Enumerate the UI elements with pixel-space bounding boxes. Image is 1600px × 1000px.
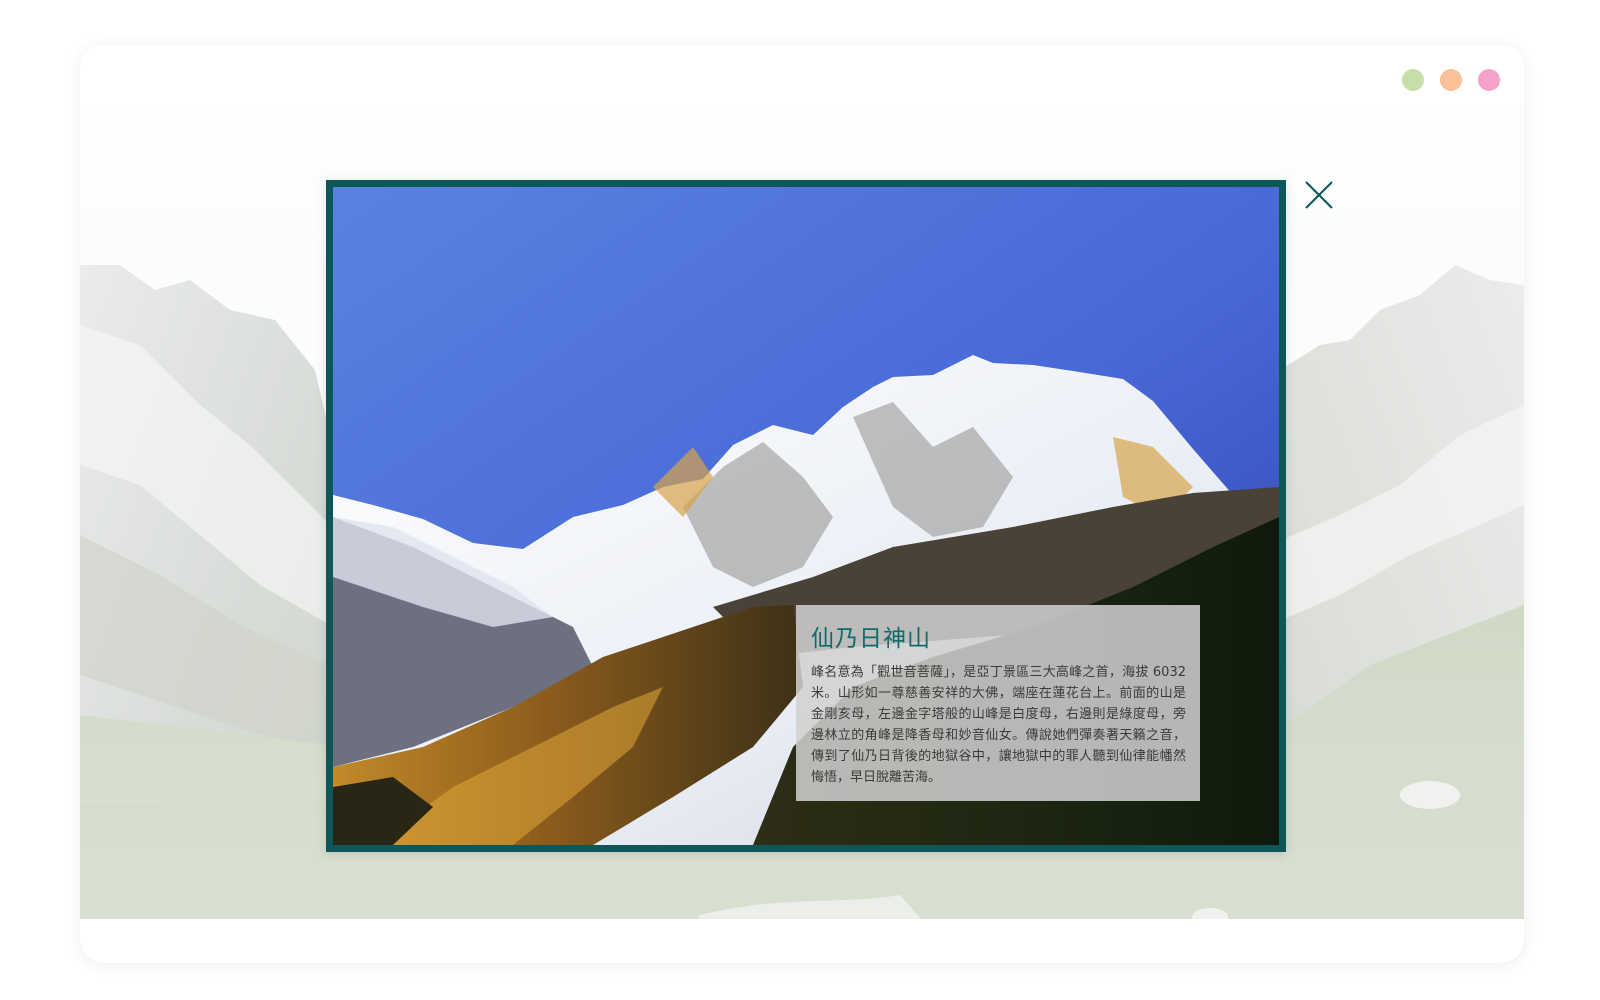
window-controls: [1402, 69, 1500, 91]
window-footer: [80, 919, 1524, 963]
orange-dot[interactable]: [1440, 69, 1462, 91]
caption-title: 仙乃日神山: [811, 626, 931, 652]
pink-dot[interactable]: [1478, 69, 1500, 91]
close-icon[interactable]: [1302, 178, 1336, 212]
lightbox-modal: 仙乃日神山 峰名意為「觀世音菩薩」，是亞丁景區三大高峰之首，海拔 6032 米。…: [326, 180, 1286, 852]
caption-panel: 仙乃日神山 峰名意為「觀世音菩薩」，是亞丁景區三大高峰之首，海拔 6032 米。…: [796, 605, 1200, 801]
green-dot[interactable]: [1402, 69, 1424, 91]
caption-text: 峰名意為「觀世音菩薩」，是亞丁景區三大高峰之首，海拔 6032 米。山形如一尊慈…: [811, 665, 1186, 785]
close-button[interactable]: [1302, 178, 1336, 212]
